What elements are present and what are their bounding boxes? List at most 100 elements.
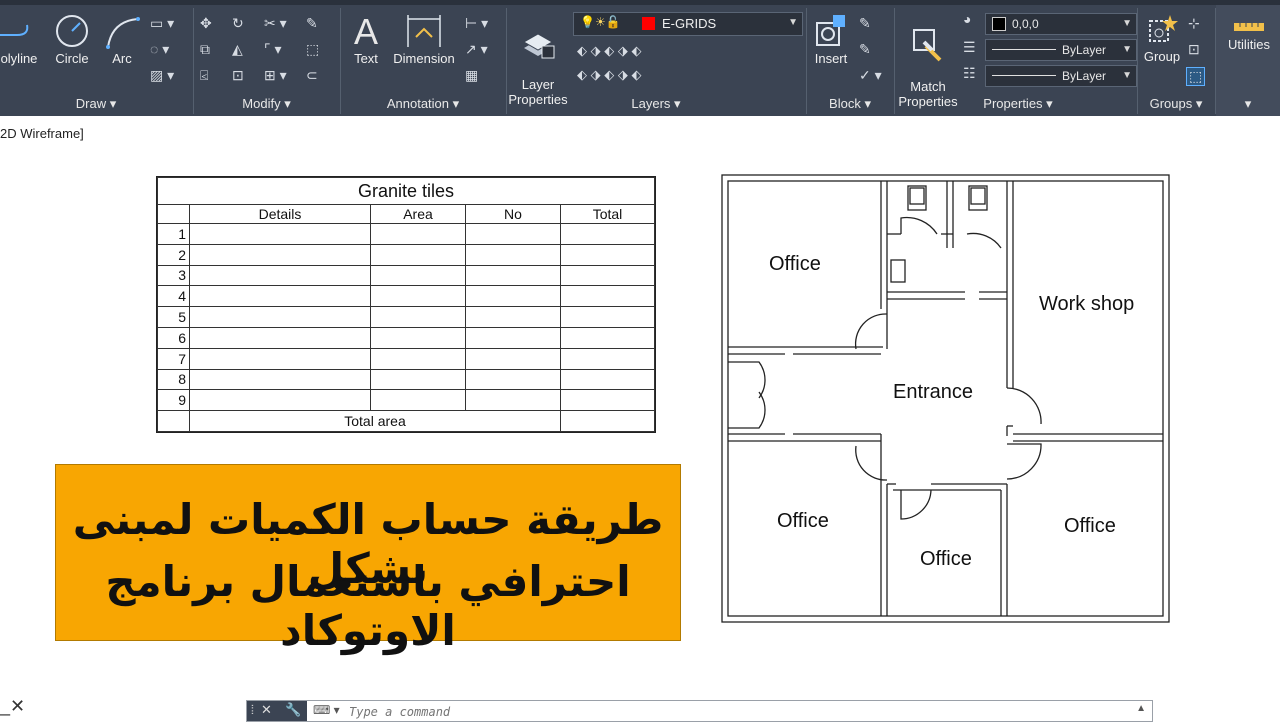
mirror-icon[interactable]: ◭ bbox=[232, 41, 243, 58]
table-header-cell: Details bbox=[189, 204, 371, 224]
layer-properties-icon bbox=[522, 33, 555, 59]
line-sample bbox=[992, 75, 1056, 76]
wrench-icon[interactable]: 🔧 bbox=[285, 702, 301, 718]
annotation-panel-title[interactable]: Annotation ▾ bbox=[341, 96, 505, 112]
current-layer-name: E-GRIDS bbox=[662, 16, 717, 31]
table-icon[interactable]: ▦ bbox=[465, 67, 478, 84]
table-row: 8 bbox=[157, 368, 655, 391]
offset-icon[interactable]: ⊂ bbox=[306, 67, 318, 84]
ribbon: olyline Circle Arc ▭ ▾ ◌ ▾ ▨ ▾ Draw ▾ ✥ … bbox=[0, 0, 1280, 116]
fillet-icon[interactable]: ⌜ ▾ bbox=[264, 41, 281, 58]
table-row: 3 bbox=[157, 264, 655, 287]
layers-panel-title[interactable]: Layers ▾ bbox=[507, 96, 805, 112]
layer-tools-row1[interactable]: ⬖ ⬗ ⬖ ⬗ ⬖ bbox=[577, 43, 641, 59]
layer-tools-row2[interactable]: ⬖ ⬗ ⬖ ⬗ ⬖ bbox=[577, 67, 641, 83]
trim-icon[interactable]: ✂ ▾ bbox=[264, 15, 287, 32]
utilities-tool[interactable]: Utilities bbox=[1220, 19, 1278, 52]
edit-block-icon[interactable]: ✎ bbox=[859, 41, 871, 58]
erase-icon[interactable]: ✎ bbox=[306, 15, 318, 32]
block-attribute-icon[interactable]: ✓ ▾ bbox=[859, 67, 882, 84]
polyline-tool[interactable]: olyline bbox=[0, 15, 42, 66]
text-tool[interactable]: A Text bbox=[347, 13, 385, 66]
move-icon[interactable]: ✥ bbox=[200, 15, 212, 32]
lineweight-dropdown[interactable]: ByLayer ▼ bbox=[985, 65, 1137, 87]
annotation-panel: A Text Dimension ⊢ ▾ ↗ ▾ ▦ Annotation ▾ bbox=[341, 5, 505, 116]
table-header-cell: Area bbox=[370, 204, 466, 224]
row-number: 3 bbox=[157, 264, 190, 287]
row-number: 9 bbox=[157, 389, 190, 412]
color-value: 0,0,0 bbox=[1012, 17, 1039, 31]
group-label: Group bbox=[1143, 49, 1181, 64]
circle-label: Circle bbox=[55, 51, 89, 66]
match-properties-tool[interactable]: Match Properties bbox=[895, 13, 961, 109]
table-title: Granite tiles bbox=[157, 177, 655, 205]
row-number: 5 bbox=[157, 306, 190, 328]
terminal-icon[interactable]: ⌨ ▾ bbox=[313, 703, 340, 717]
color-swatch bbox=[992, 17, 1006, 31]
linear-dim-icon[interactable]: ⊢ ▾ bbox=[465, 15, 488, 32]
groups-panel: Group ⊹ ⊡ ⬚ Groups ▾ bbox=[1138, 5, 1214, 116]
group-tool[interactable]: Group bbox=[1142, 13, 1182, 64]
stretch-icon[interactable]: ⍃ bbox=[200, 67, 208, 84]
insert-tool[interactable]: Insert bbox=[809, 13, 853, 66]
ucs-icon: _✕ bbox=[0, 696, 26, 716]
group-edit-icon[interactable]: ⊡ bbox=[1188, 41, 1200, 58]
row-number: 2 bbox=[157, 243, 190, 266]
lineweight-icon: ☰ bbox=[963, 39, 976, 55]
properties-panel-title[interactable]: Properties ▾ bbox=[895, 96, 1141, 112]
circle-tool[interactable]: Circle bbox=[50, 15, 94, 66]
ungroup-icon[interactable]: ⊹ bbox=[1188, 15, 1200, 32]
chevron-down-icon[interactable]: ▾ bbox=[1216, 96, 1280, 112]
modify-panel: ✥ ↻ ✂ ▾ ✎ ⧉ ◭ ⌜ ▾ ⬚ ⍃ ⊡ ⊞ ▾ ⊂ Modify ▾ bbox=[194, 5, 339, 116]
circle-icon bbox=[56, 15, 88, 47]
copy-icon[interactable]: ⧉ bbox=[200, 41, 210, 58]
groups-panel-title[interactable]: Groups ▾ bbox=[1138, 96, 1214, 112]
color-wheel-icon: ◕ bbox=[963, 11, 972, 27]
arc-icon bbox=[106, 17, 140, 49]
group-select-icon[interactable]: ⬚ bbox=[1186, 67, 1206, 86]
command-input[interactable] bbox=[347, 702, 1131, 722]
utilities-label: Utilities bbox=[1228, 37, 1270, 52]
array-icon[interactable]: ⊞ ▾ bbox=[264, 67, 287, 84]
create-block-icon[interactable]: ✎ bbox=[859, 15, 871, 32]
polyline-icon bbox=[0, 24, 29, 36]
draw-panel-title[interactable]: Draw ▾ bbox=[0, 96, 192, 112]
command-line-tools: ⦙ ✕ 🔧 bbox=[247, 701, 307, 721]
layer-dropdown[interactable]: 💡☀🔓 E-GRIDS ▼ bbox=[573, 12, 803, 36]
chevron-down-icon: ▼ bbox=[788, 17, 798, 28]
close-icon[interactable]: ✕ bbox=[261, 702, 272, 718]
insert-label: Insert bbox=[814, 51, 848, 66]
table-header-cell: Total bbox=[560, 204, 655, 224]
chevron-up-icon[interactable]: ▲ bbox=[1136, 703, 1146, 714]
utilities-panel: Utilities ▾ bbox=[1216, 5, 1280, 116]
rectangle-icon[interactable]: ▭ ▾ bbox=[150, 15, 174, 32]
lineweight-value: ByLayer bbox=[1062, 69, 1107, 83]
color-dropdown[interactable]: 0,0,0 ▼ bbox=[985, 13, 1137, 35]
hatch-icon[interactable]: ▨ ▾ bbox=[150, 67, 174, 84]
arc-tool[interactable]: Arc bbox=[100, 15, 144, 66]
layer-properties-tool[interactable]: Layer Properties bbox=[507, 13, 569, 107]
title-banner: طريقة حساب الكميات لمبنى بشكل احترافي با… bbox=[55, 464, 681, 655]
explode-icon[interactable]: ⬚ bbox=[306, 41, 319, 58]
block-panel-title[interactable]: Block ▾ bbox=[807, 96, 893, 112]
utilities-icon bbox=[1234, 23, 1264, 31]
viewport-visual-style-label[interactable]: 2D Wireframe] bbox=[0, 126, 84, 141]
ellipse-icon[interactable]: ◌ ▾ bbox=[150, 41, 169, 58]
grip-icon[interactable]: ⦙ bbox=[251, 702, 254, 718]
table-row: 5 bbox=[157, 306, 655, 328]
table-row: 4 bbox=[157, 285, 655, 308]
chevron-down-icon: ▼ bbox=[1122, 18, 1132, 29]
row-number: 1 bbox=[157, 223, 190, 245]
table-row: 6 bbox=[157, 326, 655, 349]
modify-panel-title[interactable]: Modify ▾ bbox=[194, 96, 339, 112]
total-area-label: Total area bbox=[189, 410, 561, 432]
chevron-down-icon: ▼ bbox=[1122, 70, 1132, 81]
leader-icon[interactable]: ↗ ▾ bbox=[465, 41, 488, 58]
table-row: 1 bbox=[157, 223, 655, 245]
rotate-icon[interactable]: ↻ bbox=[232, 15, 244, 32]
room-label-office: Office bbox=[777, 510, 829, 532]
scale-icon[interactable]: ⊡ bbox=[232, 67, 244, 84]
dimension-tool[interactable]: Dimension bbox=[391, 13, 457, 66]
linetype-dropdown[interactable]: ByLayer ▼ bbox=[985, 39, 1137, 61]
block-panel: Insert ✎ ✎ ✓ ▾ Block ▾ bbox=[807, 5, 893, 116]
